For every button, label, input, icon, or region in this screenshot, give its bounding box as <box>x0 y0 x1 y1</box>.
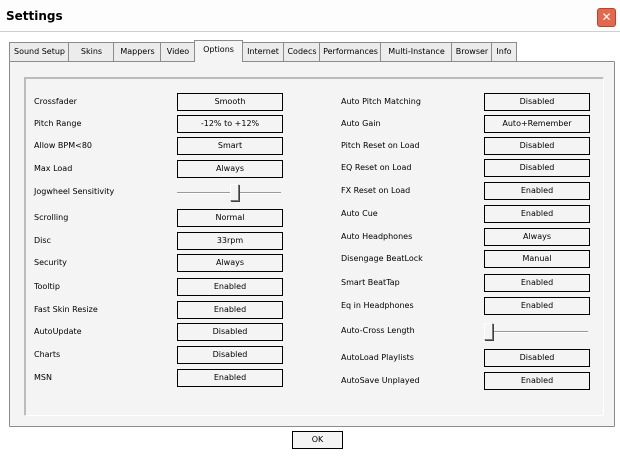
tooltip-button[interactable]: Enabled <box>177 278 283 296</box>
tab-internet[interactable]: Internet <box>241 42 285 61</box>
pitch-reset-on-load-label: Pitch Reset on Load <box>341 141 420 150</box>
scrolling-button[interactable]: Normal <box>177 209 283 227</box>
jogwheel-sensitivity-slider[interactable] <box>177 192 281 194</box>
close-button[interactable]: ✕ <box>597 8 616 27</box>
auto-headphones-label: Auto Headphones <box>341 232 413 241</box>
pitch-range-label: Pitch Range <box>34 119 82 128</box>
tab-browser[interactable]: Browser <box>451 42 493 61</box>
tab-mappers[interactable]: Mappers <box>113 42 162 61</box>
msn-button[interactable]: Enabled <box>177 369 283 387</box>
max-load-button[interactable]: Always <box>177 160 283 178</box>
fx-reset-on-load-label: FX Reset on Load <box>341 186 411 195</box>
ok-button[interactable]: OK <box>292 431 343 449</box>
tooltip-label: Tooltip <box>34 282 60 291</box>
allow-bpm-80-label: Allow BPM<80 <box>34 141 92 150</box>
options-group: Crossfader Smooth Pitch Range -12% to +12% A… <box>24 77 604 416</box>
disc-button[interactable]: 33rpm <box>177 232 283 250</box>
smart-beattap-button[interactable]: Enabled <box>484 274 590 292</box>
crossfader-label: Crossfader <box>34 97 77 106</box>
autoupdate-button[interactable]: Disabled <box>177 323 283 341</box>
tab-skins[interactable]: Skins <box>68 42 115 61</box>
security-button[interactable]: Always <box>177 254 283 272</box>
auto-cross-length-slider-thumb[interactable] <box>484 323 493 340</box>
charts-label: Charts <box>34 350 61 359</box>
auto-headphones-button[interactable]: Always <box>484 228 590 246</box>
autoload-playlists-label: AutoLoad Playlists <box>341 353 414 362</box>
pitch-reset-on-load-button[interactable]: Disabled <box>484 137 590 155</box>
autosave-unplayed-button[interactable]: Enabled <box>484 372 590 390</box>
tab-codecs[interactable]: Codecs <box>283 42 321 61</box>
allow-bpm-80-button[interactable]: Smart <box>177 137 283 155</box>
msn-label: MSN <box>34 373 52 382</box>
crossfader-button[interactable]: Smooth <box>177 93 283 111</box>
eq-reset-on-load-label: EQ Reset on Load <box>341 163 412 172</box>
fx-reset-on-load-button[interactable]: Enabled <box>484 182 590 200</box>
auto-gain-label: Auto Gain <box>341 119 381 128</box>
pitch-range-button[interactable]: -12% to +12% <box>177 115 283 133</box>
scrolling-label: Scrolling <box>34 213 69 222</box>
fast-skin-resize-button[interactable]: Enabled <box>177 301 283 319</box>
tab-video[interactable]: Video <box>160 42 196 61</box>
auto-cue-label: Auto Cue <box>341 209 378 218</box>
window-title: Settings <box>6 9 63 23</box>
settings-window: Settings ✕ Sound Setup Skins Mappers Video O… <box>0 0 620 465</box>
auto-cross-length-label: Auto-Cross Length <box>341 326 415 335</box>
autoload-playlists-button[interactable]: Disabled <box>484 349 590 367</box>
tab-performances[interactable]: Performances <box>319 42 382 61</box>
jogwheel-sensitivity-slider-thumb[interactable] <box>230 184 239 201</box>
charts-button[interactable]: Disabled <box>177 346 283 364</box>
disengage-beatlock-label: Disengage BeatLock <box>341 254 423 263</box>
max-load-label: Max Load <box>34 164 73 173</box>
autosave-unplayed-label: AutoSave Unplayed <box>341 376 420 385</box>
jogwheel-sensitivity-label: Jogwheel Sensitivity <box>34 187 115 196</box>
tab-multi-instance[interactable]: Multi-Instance <box>380 42 453 61</box>
eq-reset-on-load-button[interactable]: Disabled <box>484 159 590 177</box>
smart-beattap-label: Smart BeatTap <box>341 278 400 287</box>
auto-pitch-matching-label: Auto Pitch Matching <box>341 97 421 106</box>
disc-label: Disc <box>34 236 51 245</box>
auto-cross-length-slider[interactable] <box>484 331 588 333</box>
title-bar[interactable]: Settings ✕ <box>0 0 620 32</box>
fast-skin-resize-label: Fast Skin Resize <box>34 305 98 314</box>
auto-pitch-matching-button[interactable]: Disabled <box>484 93 590 111</box>
auto-cue-button[interactable]: Enabled <box>484 205 590 223</box>
eq-in-headphones-label: Eq in Headphones <box>341 301 414 310</box>
tab-options[interactable]: Options <box>194 40 243 62</box>
auto-gain-button[interactable]: Auto+Remember <box>484 115 590 133</box>
tab-sound-setup[interactable]: Sound Setup <box>9 42 70 61</box>
autoupdate-label: AutoUpdate <box>34 327 82 336</box>
tab-info[interactable]: Info <box>491 42 517 61</box>
security-label: Security <box>34 258 67 267</box>
close-icon: ✕ <box>601 10 612 24</box>
options-panel: Crossfader Smooth Pitch Range -12% to +12% A… <box>9 61 615 427</box>
eq-in-headphones-button[interactable]: Enabled <box>484 297 590 315</box>
disengage-beatlock-button[interactable]: Manual <box>484 250 590 268</box>
